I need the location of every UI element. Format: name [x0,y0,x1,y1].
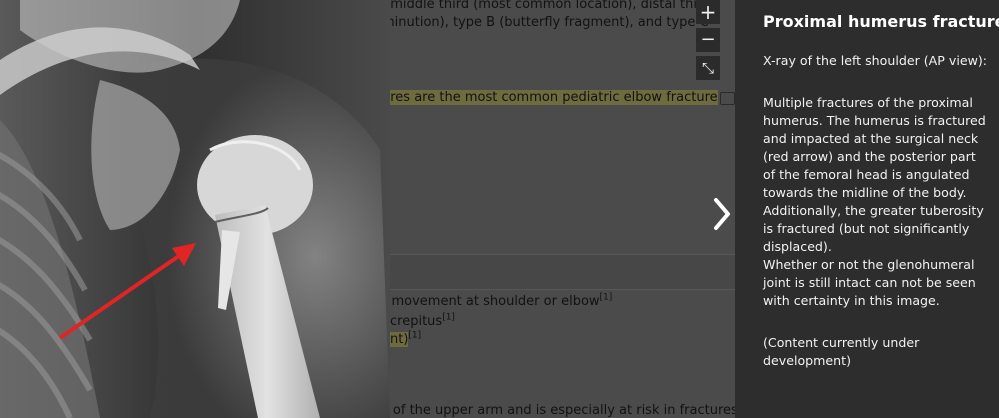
doc-line: , middle third (most common location), d… [390,0,697,12]
doc-line: r movement at shoulder or elbow[1] [390,292,613,309]
comment-icon[interactable] [720,92,735,105]
doc-line: minution), type B (butterfly fragment), … [390,15,709,30]
caption-title: Proximal humerus fracture [763,12,999,31]
reference[interactable]: [1] [442,313,455,323]
background-document: , middle third (most common location), d… [390,0,735,418]
zoom-in-button[interactable]: + [696,0,720,24]
caption-body: X-ray of the left shoulder (AP view): Mu… [763,52,991,370]
next-arrow-icon[interactable] [708,196,736,232]
caption-paragraph: Multiple fractures of the proximal humer… [763,95,986,254]
caption-panel: Proximal humerus fracture X-ray of the l… [735,0,999,418]
section-header-band [390,254,735,290]
highlight: ures are the most common pediatric elbow… [390,90,718,105]
caption-note: (Content currently under development) [763,335,920,368]
xray-svg [0,0,390,418]
caption-subtitle: X-ray of the left shoulder (AP view): [763,53,988,68]
doc-line-highlighted: ures are the most common pediatric elbow… [390,89,718,107]
zoom-out-button[interactable]: − [696,28,720,52]
xray-image [0,0,390,418]
reference[interactable]: [1] [408,331,421,341]
caption-paragraph: Whether or not the glenohumeral joint is… [763,257,976,308]
collapse-icon[interactable]: ⤡ [696,56,720,80]
doc-line: crepitus[1] [390,312,455,329]
doc-line: s of the upper arm and is especially at … [390,403,735,418]
doc-line: ent)[1] [390,331,421,349]
reference[interactable]: [1] [600,293,613,303]
